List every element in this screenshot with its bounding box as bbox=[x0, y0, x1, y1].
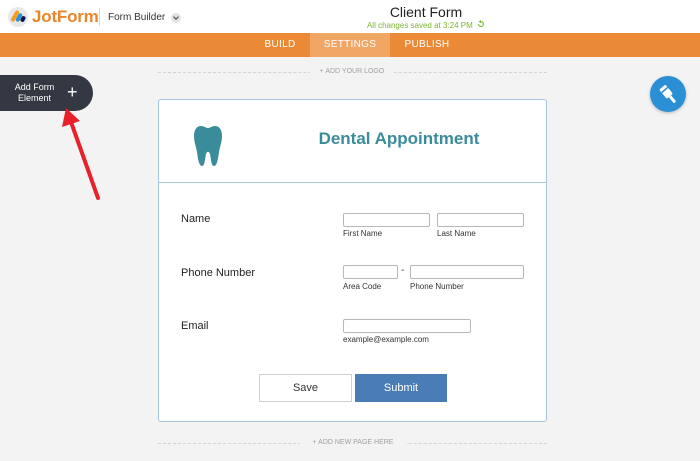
add-new-page-link[interactable]: + ADD NEW PAGE HERE bbox=[300, 439, 406, 446]
jotform-logo-icon bbox=[8, 7, 28, 27]
tab-settings[interactable]: SETTINGS bbox=[310, 33, 390, 57]
last-name-input[interactable] bbox=[437, 213, 524, 227]
paint-roller-icon bbox=[659, 85, 676, 103]
phone-number-sublabel: Phone Number bbox=[410, 282, 464, 291]
save-status-text: All changes saved at 3:24 PM bbox=[366, 21, 473, 30]
email-input[interactable] bbox=[343, 319, 471, 333]
tab-publish[interactable]: PUBLISH bbox=[394, 33, 460, 57]
form-header[interactable]: Dental Appointment bbox=[159, 100, 546, 183]
divider bbox=[99, 8, 100, 26]
form-title[interactable]: Client Form bbox=[340, 4, 512, 20]
logo-text: JotForm bbox=[32, 7, 99, 26]
builder-nav: BUILD SETTINGS PUBLISH bbox=[0, 33, 700, 57]
form-heading[interactable]: Dental Appointment bbox=[274, 129, 524, 149]
name-label: Name bbox=[181, 213, 211, 225]
area-code-sublabel: Area Code bbox=[343, 282, 382, 291]
save-button[interactable]: Save bbox=[259, 374, 352, 402]
save-status: All changes saved at 3:24 PM bbox=[340, 20, 512, 30]
plus-icon: + bbox=[67, 82, 78, 102]
form-card: Dental Appointment Name First Name Last … bbox=[158, 99, 547, 422]
chevron-down-icon[interactable] bbox=[171, 12, 182, 23]
first-name-sublabel: First Name bbox=[343, 229, 383, 238]
email-label: Email bbox=[181, 320, 209, 332]
form-builder-menu[interactable]: Form Builder bbox=[108, 12, 182, 23]
form-designer-button[interactable] bbox=[650, 76, 686, 112]
add-form-element-label: Add Form Element bbox=[14, 82, 55, 103]
add-logo-link[interactable]: + ADD YOUR LOGO bbox=[310, 68, 394, 75]
phone-label: Phone Number bbox=[181, 267, 255, 279]
undo-icon[interactable] bbox=[477, 20, 485, 28]
phone-number-input[interactable] bbox=[410, 265, 524, 279]
form-builder-label: Form Builder bbox=[108, 12, 166, 23]
first-name-input[interactable] bbox=[343, 213, 430, 227]
jotform-logo[interactable]: JotForm bbox=[8, 6, 99, 28]
tab-build[interactable]: BUILD bbox=[252, 33, 308, 57]
submit-button[interactable]: Submit bbox=[355, 374, 447, 402]
top-bar: JotForm Form Builder Client Form All cha… bbox=[0, 0, 700, 33]
last-name-sublabel: Last Name bbox=[437, 229, 476, 238]
phone-separator: - bbox=[401, 265, 405, 276]
email-sublabel: example@example.com bbox=[343, 335, 429, 344]
area-code-input[interactable] bbox=[343, 265, 398, 279]
annotation-arrow bbox=[62, 108, 100, 200]
tooth-icon bbox=[194, 126, 222, 166]
